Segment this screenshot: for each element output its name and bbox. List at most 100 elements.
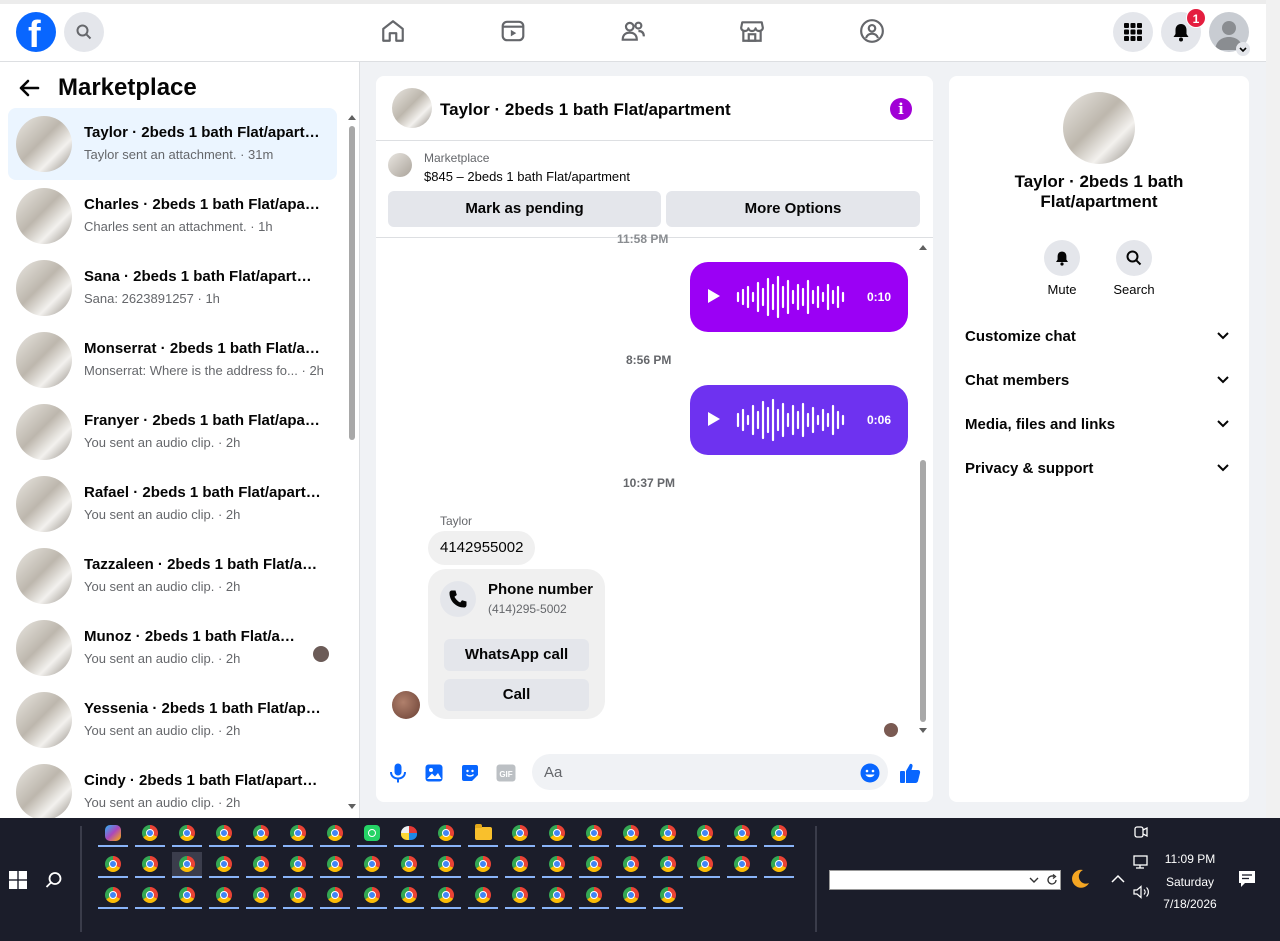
scroll-down-arrow-icon[interactable]	[348, 804, 356, 810]
chrome-app-icon[interactable]	[320, 821, 350, 847]
conversation-item[interactable]: Monserrat · 2beds 1 bath Flat/apartment …	[8, 324, 337, 396]
whatsapp-app-icon[interactable]	[357, 821, 387, 847]
volume-icon[interactable]	[1133, 885, 1151, 899]
chrome-app-icon[interactable]	[357, 883, 387, 909]
chat-avatar[interactable]	[392, 88, 432, 128]
network-icon[interactable]	[1133, 855, 1151, 869]
chrome-app-icon[interactable]	[394, 852, 424, 878]
chrome-app-icon[interactable]	[246, 883, 276, 909]
voice-message[interactable]: 0:06	[690, 385, 908, 455]
home-icon[interactable]	[379, 17, 407, 45]
chrome-app-icon[interactable]	[616, 852, 646, 878]
chrome-app-icon[interactable]	[505, 821, 535, 847]
chrome-app-icon[interactable]	[542, 821, 572, 847]
chrome-app-icon[interactable]	[172, 883, 202, 909]
sidebar-scrollbar[interactable]	[347, 112, 357, 812]
conversation-item[interactable]: Sana · 2beds 1 bath Flat/apartment Sana:…	[8, 252, 337, 324]
search-conversation-button[interactable]: Search	[1104, 240, 1164, 297]
chrome-app-icon[interactable]	[431, 821, 461, 847]
chrome-app-icon[interactable]	[431, 883, 461, 909]
moon-night-light-icon[interactable]	[1069, 868, 1091, 890]
chrome-app-icon[interactable]	[505, 883, 535, 909]
gif-icon[interactable]: GIF	[495, 762, 517, 784]
chrome-app-icon[interactable]	[209, 852, 239, 878]
chrome-app-icon[interactable]	[246, 852, 276, 878]
chrome-app-icon[interactable]	[135, 852, 165, 878]
chrome-app-icon[interactable]	[209, 821, 239, 847]
info-icon[interactable]: i	[890, 98, 912, 120]
chrome-app-icon[interactable]	[727, 852, 757, 878]
call-button[interactable]: Call	[444, 679, 589, 711]
conversation-item[interactable]: Franyer · 2beds 1 bath Flat/apartment Yo…	[8, 396, 337, 468]
taskbar-search-icon[interactable]	[45, 871, 63, 889]
chrome-app-icon[interactable]	[246, 821, 276, 847]
chrome-app-icon[interactable]	[653, 883, 683, 909]
chevron-up-icon[interactable]	[1111, 874, 1125, 883]
chrome-app-icon[interactable]	[579, 883, 609, 909]
sticker-icon[interactable]	[459, 762, 481, 784]
message-input[interactable]	[532, 754, 888, 790]
search-button[interactable]	[64, 12, 104, 52]
conversation-avatar[interactable]	[1063, 92, 1135, 164]
customize-chat-section[interactable]: Customize chat	[965, 316, 1233, 360]
chrome-app-icon[interactable]	[283, 852, 313, 878]
chrome-app-icon[interactable]	[653, 852, 683, 878]
conversation-item[interactable]: Taylor · 2beds 1 bath Flat/apartment Tay…	[8, 108, 337, 180]
chat-members-section[interactable]: Chat members	[965, 360, 1233, 404]
sender-avatar[interactable]	[392, 691, 420, 719]
conversation-item[interactable]: Yessenia · 2beds 1 bath Flat/apartment Y…	[8, 684, 337, 756]
refresh-icon[interactable]	[1046, 874, 1058, 886]
video-icon[interactable]	[499, 17, 527, 45]
chat-scrollbar[interactable]	[917, 238, 929, 738]
taskbar-address-bar[interactable]	[829, 870, 1061, 890]
chrome-app-icon[interactable]	[98, 852, 128, 878]
chrome-app-icon[interactable]	[727, 821, 757, 847]
chrome-app-icon[interactable]	[542, 883, 572, 909]
mute-button[interactable]: Mute	[1032, 240, 1092, 297]
marketplace-icon[interactable]	[738, 17, 766, 45]
chrome-app-icon[interactable]	[505, 852, 535, 878]
chrome-app-icon[interactable]	[135, 821, 165, 847]
chevron-down-icon[interactable]	[1029, 877, 1039, 884]
chrome-app-icon[interactable]	[394, 883, 424, 909]
chrome-app-icon[interactable]	[653, 821, 683, 847]
chrome-app-icon[interactable]	[579, 821, 609, 847]
chrome-app-icon[interactable]	[690, 821, 720, 847]
scroll-up-arrow-icon[interactable]	[348, 114, 356, 120]
chrome-app-icon[interactable]	[283, 883, 313, 909]
listing-price-title[interactable]: $845 – 2beds 1 bath Flat/apartment	[424, 169, 630, 184]
chrome-app-icon[interactable]	[431, 852, 461, 878]
chrome-app-icon[interactable]	[209, 883, 239, 909]
sidebar-scroll-thumb[interactable]	[349, 126, 355, 440]
like-thumbs-up-icon[interactable]	[899, 762, 921, 784]
chat-scroll-thumb[interactable]	[920, 460, 926, 722]
paint-app-icon[interactable]	[394, 821, 424, 847]
conversation-item[interactable]: Tazzaleen · 2beds 1 bath Flat/apartment …	[8, 540, 337, 612]
file-explorer-icon[interactable]	[468, 821, 498, 847]
mark-as-pending-button[interactable]: Mark as pending	[388, 191, 661, 227]
chrome-app-icon[interactable]	[357, 852, 387, 878]
meet-now-icon[interactable]	[1134, 825, 1148, 839]
more-options-button[interactable]: More Options	[666, 191, 920, 227]
friends-icon[interactable]	[619, 17, 647, 45]
back-arrow-icon[interactable]	[18, 77, 40, 99]
conversation-item[interactable]: Rafael · 2beds 1 bath Flat/apartment You…	[8, 468, 337, 540]
conversation-item[interactable]: Munoz · 2beds 1 bath Flat/apartment You …	[8, 612, 337, 684]
chrome-app-icon[interactable]	[320, 883, 350, 909]
groups-icon[interactable]	[858, 17, 886, 45]
chrome-app-icon[interactable]	[172, 821, 202, 847]
privacy-support-section[interactable]: Privacy & support	[965, 448, 1233, 492]
chrome-app-icon[interactable]	[764, 852, 794, 878]
media-files-links-section[interactable]: Media, files and links	[965, 404, 1233, 448]
chrome-app-icon[interactable]	[320, 852, 350, 878]
menu-button[interactable]	[1113, 12, 1153, 52]
windows-start-icon[interactable]	[9, 871, 27, 889]
chrome-app-icon[interactable]	[468, 883, 498, 909]
play-icon[interactable]	[708, 412, 720, 426]
listing-thumbnail[interactable]	[388, 153, 412, 177]
conversation-item[interactable]: Charles · 2beds 1 bath Flat/apartment Ch…	[8, 180, 337, 252]
conversation-item[interactable]: Cindy · 2beds 1 bath Flat/apartment You …	[8, 756, 337, 818]
account-chevron-icon[interactable]	[1236, 42, 1250, 56]
chrome-app-icon[interactable]	[542, 852, 572, 878]
play-icon[interactable]	[708, 289, 720, 303]
